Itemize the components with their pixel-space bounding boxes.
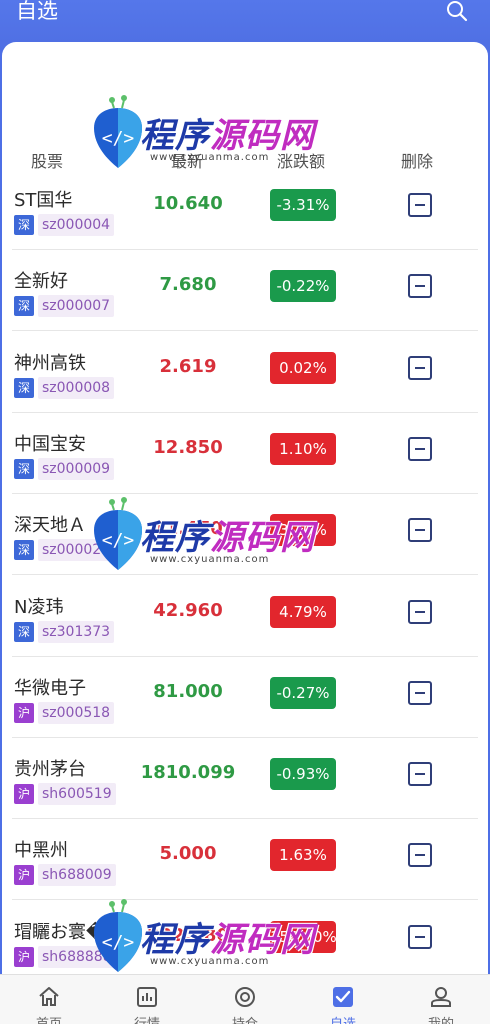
bottom-tab-bar: 首页 行情 持仓 自选 xyxy=(0,974,490,1024)
table-row[interactable]: N凌玮深 sz301373 42.960 4.79% xyxy=(12,575,478,657)
change-badge: -3.31% xyxy=(270,189,336,221)
delete-button[interactable] xyxy=(408,193,432,217)
table-row[interactable]: 神州高铁深 sz000008 2.619 0.02% xyxy=(12,331,478,413)
change-badge: 4.79% xyxy=(270,595,336,628)
table-row[interactable]: 中黑州沪 sh688009 5.000 1.63% xyxy=(12,818,478,901)
latest-price: 7.680 xyxy=(159,274,217,296)
change-badge: 3.10% xyxy=(270,514,336,547)
latest-price: 42.960 xyxy=(153,599,223,621)
market-badge: 深 xyxy=(14,540,34,561)
delete-button[interactable] xyxy=(408,680,432,705)
market-badge: 沪 xyxy=(14,784,34,805)
tab-profile[interactable]: 我的 xyxy=(392,975,490,1024)
stock-code: sz000008 xyxy=(38,376,115,399)
tab-positions[interactable]: 持仓 xyxy=(196,975,294,1024)
latest-price: 11.470 xyxy=(153,518,223,540)
latest-price: 232.480 xyxy=(147,924,229,946)
market-badge: 深 xyxy=(14,215,34,235)
table-row[interactable]: 全新好深 sz000007 7.680 -0.22% xyxy=(12,249,478,332)
delete-button[interactable] xyxy=(408,924,432,949)
stock-code: sz301373 xyxy=(38,620,115,643)
latest-price: 81.000 xyxy=(153,680,223,702)
table-row[interactable]: ST国华深 sz000004 10.640 -3.31% xyxy=(12,168,478,250)
market-badge: 沪 xyxy=(14,946,34,967)
target-icon xyxy=(235,987,255,1007)
stock-code: sh600519 xyxy=(38,783,116,806)
delete-button[interactable] xyxy=(408,355,432,380)
page-title: 自选 xyxy=(16,0,58,23)
delete-button[interactable] xyxy=(408,762,432,787)
change-badge: 1.63% xyxy=(270,839,336,872)
checkbox-icon xyxy=(333,987,353,1007)
tab-home[interactable]: 首页 xyxy=(0,975,98,1024)
stock-code: sh688888 xyxy=(38,945,116,968)
stock-name: N凌玮 xyxy=(14,596,64,618)
stock-name: 贵州茅台 xyxy=(14,759,86,781)
latest-price: 10.640 xyxy=(153,193,223,214)
change-badge: 1.10% xyxy=(270,432,336,465)
stock-name: 神州高铁 xyxy=(14,352,86,374)
latest-price: 5.000 xyxy=(159,843,217,865)
latest-price: 1810.099 xyxy=(140,762,236,784)
change-badge: -0.93% xyxy=(270,758,336,791)
delete-button[interactable] xyxy=(408,274,432,299)
stock-code: sz000009 xyxy=(38,457,115,480)
stock-code: sz000007 xyxy=(38,295,115,318)
stock-name: 中黑州 xyxy=(14,840,68,862)
stock-name: 瑁矖お寰� xyxy=(14,921,105,943)
delete-button[interactable] xyxy=(408,518,432,543)
table-row[interactable]: 瑁矖お寰� 沪 sh688888 232.480 158.60% xyxy=(12,900,478,982)
stock-name: 全新好 xyxy=(14,271,68,293)
table-row[interactable]: 华微电子沪 sz000518 81.000 -0.27% xyxy=(12,656,478,738)
market-badge: 深 xyxy=(14,621,34,642)
latest-price: 2.619 xyxy=(159,355,217,377)
change-badge: 0.02% xyxy=(270,351,336,384)
delete-button[interactable] xyxy=(408,436,432,461)
market-badge: 沪 xyxy=(14,865,34,886)
tab-market[interactable]: 行情 xyxy=(98,975,196,1024)
stock-code: sz000518 xyxy=(38,701,115,724)
market-badge: 深 xyxy=(14,296,34,317)
change-badge: -0.22% xyxy=(270,270,336,303)
stock-name: ST国华 xyxy=(14,190,73,211)
stock-code: sh688009 xyxy=(38,864,116,887)
table-row[interactable]: 中国宝安深 sz000009 12.850 1.10% xyxy=(12,412,478,494)
stock-name: 华微电子 xyxy=(14,677,86,699)
chart-icon xyxy=(137,987,157,1007)
search-icon[interactable] xyxy=(444,0,470,24)
stock-code: sz000004 xyxy=(38,214,115,236)
table-row[interactable]: 深天地Ａ 深 sz000023 11.470 3.10% xyxy=(12,493,478,576)
table-row[interactable]: 贵州茅台沪 sh600519 1810.099 -0.93% xyxy=(12,737,478,820)
user-icon xyxy=(431,987,451,1007)
stock-name: 深天地Ａ xyxy=(14,515,86,537)
delete-button[interactable] xyxy=(408,843,432,868)
home-icon xyxy=(39,987,59,1006)
tab-watchlist[interactable]: 自选 xyxy=(294,975,392,1024)
latest-price: 12.850 xyxy=(153,436,223,458)
delete-button[interactable] xyxy=(408,599,432,624)
market-badge: 深 xyxy=(14,458,34,479)
stock-name: 中国宝安 xyxy=(14,433,86,455)
market-badge: 深 xyxy=(14,377,34,398)
market-badge: 沪 xyxy=(14,702,34,723)
watchlist-panel: 股票 最新 涨跌额 删除 ST国华深 sz000004 10.640 -3.31% 全新… xyxy=(2,42,488,982)
change-badge: 158.60% xyxy=(270,920,337,953)
app-screen: 自选 股票 最新 涨跌额 删除 ST国华深 sz000004 10.640 -3.31… xyxy=(0,0,490,1024)
stock-code: sz000023 xyxy=(38,539,115,562)
change-badge: -0.27% xyxy=(270,676,336,709)
